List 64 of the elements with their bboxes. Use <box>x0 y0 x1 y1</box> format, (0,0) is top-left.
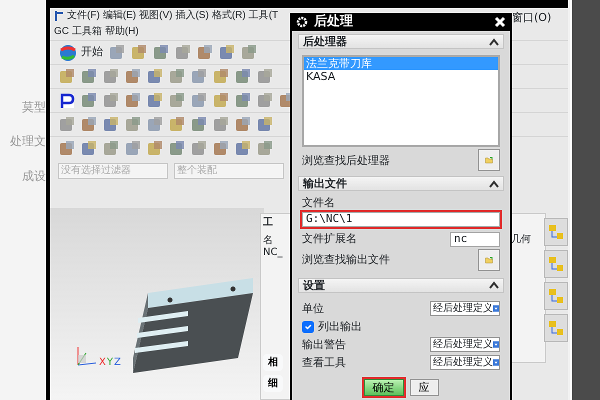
column-header: 几何 <box>511 234 531 246</box>
dropdown[interactable]: 经后处理定义 <box>430 355 500 370</box>
browse-button[interactable] <box>478 149 500 172</box>
axis-label: Z <box>114 357 121 369</box>
section-title: 输出文件 <box>303 177 347 190</box>
field-label: 单位 <box>302 302 324 316</box>
dropdown[interactable]: 经后处理定义 <box>430 301 500 316</box>
apply-button[interactable]: 应 <box>410 378 438 396</box>
pointer-icon <box>54 10 64 22</box>
dropdown-value: 经后处理定义 <box>433 356 493 369</box>
resource-tab[interactable] <box>544 282 568 310</box>
axis-label: X <box>99 357 106 369</box>
field-label: 输出警告 <box>302 338 346 352</box>
input-field[interactable]: nc <box>450 232 500 247</box>
menu-item[interactable]: GC 工具箱 <box>54 26 102 38</box>
dropdown-value: 经后处理定义 <box>433 338 493 351</box>
checkbox[interactable] <box>302 320 314 333</box>
field-label: 查看工具 <box>302 356 346 370</box>
axis-label: Y <box>106 357 113 369</box>
section-title: 后处理器 <box>303 35 347 48</box>
close-icon[interactable] <box>494 16 506 28</box>
field-label: 文件名 <box>302 196 336 210</box>
field-label: 文件扩展名 <box>302 232 357 246</box>
cut-off-text: 成设 <box>22 168 46 184</box>
resource-tab[interactable] <box>544 250 568 278</box>
menu-item[interactable]: 文件(F) <box>67 10 100 22</box>
cut-off-text: 莫型 <box>22 100 46 114</box>
menu-item[interactable]: 工具(T <box>248 10 278 22</box>
browse-button[interactable] <box>478 248 500 271</box>
tree-row[interactable]: NC_ <box>263 247 282 259</box>
section-header[interactable]: 输出文件 <box>298 176 504 192</box>
section-title: 设置 <box>303 278 325 292</box>
column-header: 名 <box>263 235 273 247</box>
browse-label: 浏览查找后处理器 <box>302 154 390 167</box>
dropdown[interactable]: 经后处理定义 <box>430 337 500 352</box>
settings-icon <box>296 16 308 28</box>
globe-icon <box>59 44 77 62</box>
menu-item[interactable]: 编辑(E) <box>102 10 136 22</box>
p-letter-icon[interactable] <box>58 92 76 110</box>
tree-icon <box>548 256 564 272</box>
menu-item[interactable]: 帮助(H) <box>104 26 139 38</box>
menu-item[interactable]: 插入(S) <box>175 10 209 22</box>
tree-icon <box>548 224 564 240</box>
cut-off-text: 处理文 <box>10 134 46 149</box>
panel-button[interactable]: 相 <box>263 354 283 371</box>
dialog-title: 后处理 <box>314 14 353 30</box>
browse-label: 浏览查找输出文件 <box>302 252 390 266</box>
checkbox-label: 列出输出 <box>318 320 362 334</box>
resource-tab[interactable] <box>544 218 568 246</box>
menu-item[interactable]: 格式(R) <box>212 10 246 22</box>
panel-button[interactable]: 细 <box>263 375 283 392</box>
input-field[interactable]: G:\NC\1 <box>302 212 500 227</box>
list-item[interactable]: KASA <box>304 70 498 84</box>
panel-title: 工 <box>263 217 273 229</box>
resource-tab[interactable] <box>544 314 568 342</box>
menu-item[interactable]: 窗口(O) <box>512 11 552 24</box>
section-header[interactable]: 设置 <box>298 278 504 293</box>
dropdown-value: 经后处理定义 <box>433 302 493 315</box>
menu-item[interactable]: 视图(V) <box>139 10 172 22</box>
tree-icon <box>548 320 564 336</box>
section-header[interactable]: 后处理器 <box>298 34 504 50</box>
ok-button[interactable]: 确定 <box>364 378 404 396</box>
start-button[interactable]: 开始 <box>58 42 104 62</box>
tree-icon <box>548 288 564 304</box>
